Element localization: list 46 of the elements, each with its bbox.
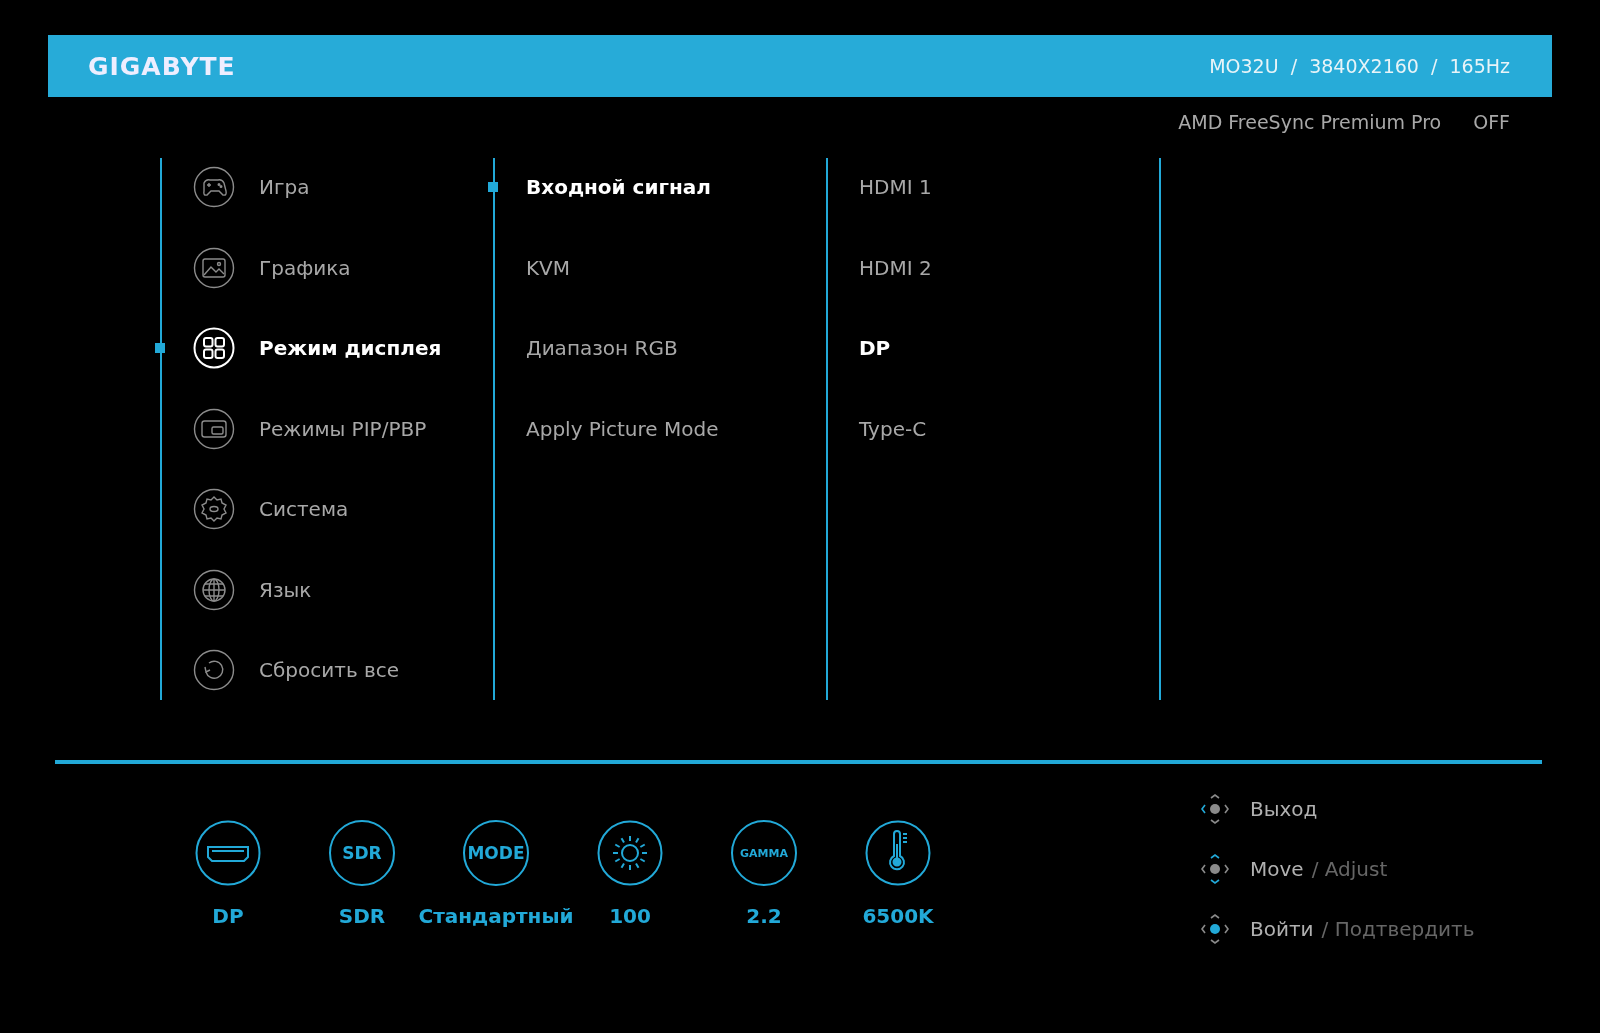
globe-icon xyxy=(193,568,235,611)
status-badge: SDR xyxy=(329,820,395,886)
status-value: Стандартный xyxy=(418,904,574,928)
submenu-item[interactable]: Входной сигнал xyxy=(526,175,711,199)
status-value: DP xyxy=(212,904,244,928)
reset-icon xyxy=(193,649,235,691)
status-badge: GAMMA xyxy=(731,820,797,886)
hint-secondary: / Подтвердить xyxy=(1321,917,1475,941)
status-value: 6500K xyxy=(862,904,934,928)
gear-icon xyxy=(193,488,235,530)
option-item[interactable]: HDMI 2 xyxy=(859,255,932,280)
menu-item[interactable]: Режим дисплея xyxy=(259,336,442,360)
menu-item[interactable]: Режимы PIP/PBP xyxy=(259,416,427,441)
pip-icon xyxy=(193,407,235,450)
option-item[interactable]: Type-C xyxy=(859,416,927,441)
submenu-item[interactable]: Диапазон RGB xyxy=(526,336,678,360)
status-value: 100 xyxy=(609,904,651,928)
gamepad-icon xyxy=(193,166,235,208)
submenu-item[interactable]: Apply Picture Mode xyxy=(526,416,719,441)
brand-logo: GIGABYTE xyxy=(88,51,236,81)
menu-item[interactable]: Язык xyxy=(259,577,312,602)
option-item[interactable]: HDMI 1 xyxy=(859,175,932,199)
submenu-item[interactable]: KVM xyxy=(526,255,571,280)
menu-item[interactable]: Сбросить все xyxy=(259,658,400,682)
grid-icon xyxy=(193,327,235,369)
model-info: MO32U / 3840X2160 / 165Hz xyxy=(1209,55,1510,77)
freesync-label: AMD FreeSync Premium Pro xyxy=(1178,111,1442,135)
joystick-icon xyxy=(1200,792,1230,826)
status-value: SDR xyxy=(338,904,386,928)
menu-item[interactable]: Графика xyxy=(259,255,351,280)
freesync-value: OFF xyxy=(1473,111,1510,135)
menu-item[interactable]: Система xyxy=(259,497,349,521)
hint-label: Войти xyxy=(1250,917,1314,941)
hint-label: Move xyxy=(1250,857,1304,881)
picture-icon xyxy=(193,246,235,289)
brightness-icon xyxy=(597,820,663,886)
status-badge: MODE xyxy=(463,820,529,886)
joystick-icon xyxy=(1200,912,1230,946)
joystick-icon xyxy=(1200,852,1230,886)
option-item[interactable]: DP xyxy=(859,336,891,360)
thermometer-icon xyxy=(865,820,931,886)
menu-item[interactable]: Игра xyxy=(259,175,310,199)
hint-secondary: / Adjust xyxy=(1311,857,1388,881)
port-icon xyxy=(195,820,261,886)
hint-label: Выход xyxy=(1250,797,1318,821)
status-value: 2.2 xyxy=(746,904,782,928)
